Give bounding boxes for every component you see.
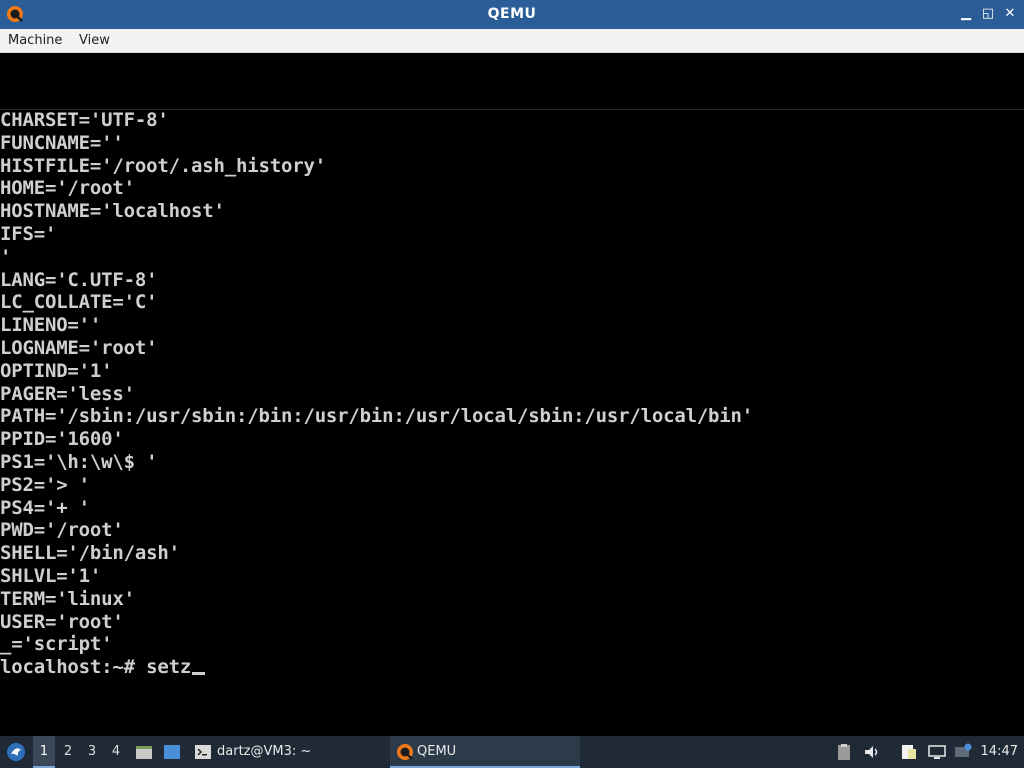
console-line: ' [0, 245, 12, 268]
file-manager-icon[interactable] [135, 743, 153, 761]
console-line: OPTIND='1' [0, 359, 113, 382]
console-line: HOSTNAME='localhost' [0, 200, 225, 223]
console-line: PS2='> ' [0, 473, 90, 496]
maximize-button[interactable]: ◱ [980, 5, 996, 23]
clock[interactable]: 14:47 [981, 736, 1018, 768]
console-line: HOME='/root' [0, 177, 135, 200]
task-terminal[interactable]: dartz@VM3: ~ [192, 736, 382, 768]
console-line: PS1='\h:\w\$ ' [0, 450, 158, 473]
console-prompt: localhost:~# setz [0, 656, 192, 679]
console-line: PPID='1600' [0, 428, 124, 451]
console-line: FUNCNAME='' [0, 131, 124, 154]
notes-icon[interactable] [900, 743, 918, 761]
network-icon[interactable] [954, 743, 972, 761]
console-line: TERM='linux' [0, 587, 135, 610]
console-line: PATH='/sbin:/usr/sbin:/bin:/usr/bin:/usr… [0, 405, 754, 428]
menu-machine[interactable]: Machine [8, 33, 62, 48]
console-line: LOGNAME='root' [0, 336, 158, 359]
task-terminal-label: dartz@VM3: ~ [217, 744, 312, 759]
taskbar: 1 2 3 4 dartz@VM3: ~ QEMU 14:47 [0, 736, 1024, 768]
workspace-2[interactable]: 2 [57, 736, 79, 768]
show-desktop-icon[interactable] [163, 743, 181, 761]
window-titlebar[interactable]: QEMU ▁ ◱ ✕ [0, 0, 1024, 29]
display-icon[interactable] [928, 743, 946, 761]
workspace-3[interactable]: 3 [81, 736, 103, 768]
console-line: IFS=' [0, 222, 57, 245]
vm-console[interactable]: CHARSET='UTF-8' FUNCNAME='' HISTFILE='/r… [0, 53, 1024, 736]
menu-view[interactable]: View [79, 33, 110, 48]
console-line: HISTFILE='/root/.ash_history' [0, 154, 326, 177]
menubar: Machine View [0, 29, 1024, 53]
text-cursor [192, 672, 206, 676]
console-prompt-line[interactable]: localhost:~# setz [0, 656, 753, 679]
console-line: LANG='C.UTF-8' [0, 268, 158, 291]
close-button[interactable]: ✕ [1002, 5, 1018, 23]
console-line: PS4='+ ' [0, 496, 90, 519]
console-line: LC_COLLATE='C' [0, 291, 158, 314]
window-title: QEMU [487, 6, 537, 22]
console-line: _='script' [0, 633, 113, 656]
minimize-button[interactable]: ▁ [958, 5, 974, 23]
console-line: SHLVL='1' [0, 564, 102, 587]
workspace-4[interactable]: 4 [105, 736, 127, 768]
start-menu-icon[interactable] [6, 742, 26, 762]
task-qemu-label: QEMU [417, 744, 457, 759]
workspace-1[interactable]: 1 [33, 736, 55, 768]
console-line: SHELL='/bin/ash' [0, 542, 180, 565]
console-line: PWD='/root' [0, 519, 124, 542]
qemu-icon [397, 744, 413, 760]
console-line: LINENO='' [0, 314, 102, 337]
task-qemu[interactable]: QEMU [390, 736, 580, 768]
terminal-icon [195, 745, 211, 759]
console-line: CHARSET='UTF-8' [0, 109, 169, 131]
console-output: CHARSET='UTF-8' FUNCNAME='' HISTFILE='/r… [0, 109, 753, 679]
console-line: USER='root' [0, 610, 124, 633]
volume-icon[interactable] [863, 743, 881, 761]
console-line: PAGER='less' [0, 382, 135, 405]
clipboard-icon[interactable] [835, 743, 853, 761]
